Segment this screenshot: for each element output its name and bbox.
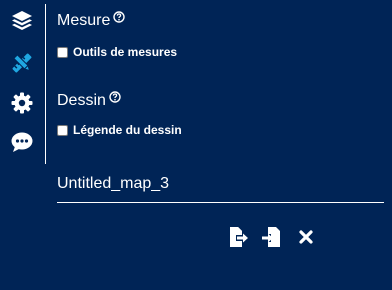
help-icon[interactable] [109, 89, 121, 109]
sidebar-item-layers[interactable] [8, 8, 36, 36]
measure-tools-checkbox[interactable] [57, 46, 68, 58]
close-icon [298, 229, 314, 250]
mesure-title: Mesure [57, 12, 111, 29]
import-button[interactable] [261, 226, 283, 253]
measure-tools-option[interactable]: Outils de mesures [57, 45, 177, 59]
map-actions [227, 226, 317, 253]
drawing-legend-label: Légende du dessin [73, 123, 182, 137]
map-title[interactable]: Untitled_map_3 [57, 174, 169, 194]
measure-tools-label: Outils de mesures [73, 45, 178, 59]
comment-icon [10, 130, 34, 159]
sidebar-divider [45, 4, 46, 164]
export-button[interactable] [227, 226, 249, 253]
help-icon[interactable] [113, 9, 126, 29]
close-button[interactable] [295, 228, 317, 250]
sidebar-item-draw-measure[interactable] [8, 51, 36, 79]
layers-icon [10, 8, 34, 37]
dessin-title: Dessin [57, 92, 106, 109]
drawing-legend-checkbox[interactable] [57, 124, 68, 136]
export-file-icon [227, 226, 249, 253]
sidebar-item-comments[interactable] [8, 130, 36, 158]
mesure-section-title: Mesure [57, 9, 126, 31]
sidebar-item-settings[interactable] [8, 91, 36, 119]
pencil-ruler-icon [10, 51, 34, 80]
drawing-legend-option[interactable]: Légende du dessin [57, 123, 182, 137]
gear-icon [10, 91, 34, 120]
import-file-icon [261, 226, 283, 253]
dessin-section-title: Dessin [57, 91, 121, 111]
map-title-underline [57, 202, 384, 203]
sidebar [0, 0, 44, 170]
